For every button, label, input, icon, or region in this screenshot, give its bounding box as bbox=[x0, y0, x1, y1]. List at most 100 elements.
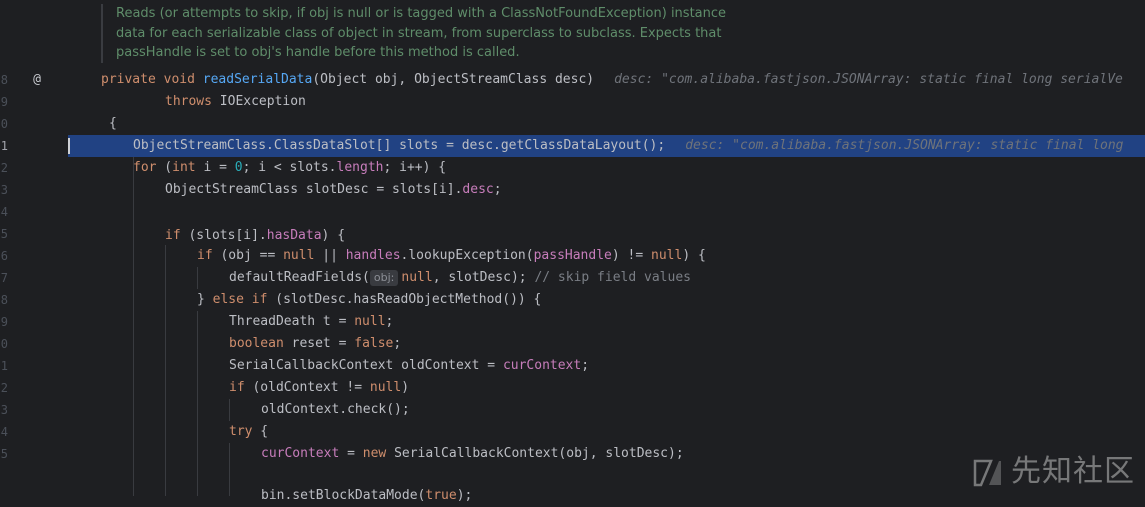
code-token: curContext bbox=[502, 358, 582, 373]
line-number: 8 bbox=[0, 293, 8, 307]
javadoc-comment: Reads (or attempts to skip, if obj is nu… bbox=[101, 4, 756, 63]
code-token: else if bbox=[212, 292, 268, 307]
code-token: (slots[i]. bbox=[180, 228, 267, 243]
line-number: 7 bbox=[0, 271, 8, 285]
code-token: desc bbox=[462, 182, 494, 197]
gutter-line: 0 bbox=[0, 333, 68, 355]
gutter-line: 7 bbox=[0, 267, 68, 289]
code-token: length bbox=[336, 160, 384, 175]
line-number: 0 bbox=[0, 337, 8, 351]
line-number: 5 bbox=[0, 447, 8, 461]
gutter-line: 4 bbox=[0, 421, 68, 443]
line-number: 0 bbox=[0, 117, 8, 131]
code-token: ; bbox=[581, 358, 590, 373]
gutter-line: 5 bbox=[0, 223, 68, 245]
code-line[interactable]: for (int i = 0; i < slots.length; i++) { bbox=[68, 157, 1145, 179]
gutter-line: 6 bbox=[0, 245, 68, 267]
code-token: ) != bbox=[611, 248, 652, 263]
code-line[interactable]: boolean reset = false; bbox=[68, 333, 1145, 355]
gutter-line: 4 bbox=[0, 201, 68, 223]
code-token: } bbox=[197, 292, 213, 307]
code-line[interactable]: if (slots[i].hasData) { bbox=[68, 225, 1145, 247]
code-line[interactable]: try { bbox=[68, 421, 1145, 443]
code-token: SerialCallbackContext oldContext = bbox=[229, 358, 503, 373]
code-line[interactable]: ThreadDeath t = null; bbox=[68, 311, 1145, 333]
code-token: ObjectStreamClass slotDesc = slots[i]. bbox=[165, 182, 463, 197]
code-token: passHandle bbox=[533, 248, 612, 263]
gutter-line: 2 bbox=[0, 377, 68, 399]
code-token: , slotDesc); bbox=[432, 270, 535, 285]
gutter-line: 8 @ bbox=[0, 69, 68, 91]
code-token: = bbox=[339, 446, 363, 461]
code-token: boolean bbox=[229, 336, 284, 351]
code-line[interactable]: if (oldContext != null) bbox=[68, 377, 1145, 399]
code-token: void bbox=[163, 72, 195, 87]
code-token: { bbox=[109, 116, 117, 131]
gutter-line: 3 bbox=[0, 179, 68, 201]
code-token: try bbox=[229, 424, 253, 439]
code-line[interactable]: } else if (slotDesc.hasReadObjectMethod(… bbox=[68, 289, 1145, 311]
code-token: null bbox=[401, 270, 433, 285]
doc-comment-line: passHandle is set to obj's handle before… bbox=[116, 45, 520, 60]
text-caret bbox=[68, 138, 70, 154]
code-token: int bbox=[172, 160, 196, 175]
code-token: oldContext.check(); bbox=[261, 402, 410, 417]
code-line[interactable]: ObjectStreamClass slotDesc = slots[i].de… bbox=[68, 179, 1145, 201]
gutter-line: 9 bbox=[0, 91, 68, 113]
code-token: SerialCallbackContext(obj, slotDesc); bbox=[386, 446, 684, 461]
current-line-number: 1 bbox=[0, 139, 8, 153]
line-number: 2 bbox=[0, 161, 8, 175]
line-number: 2 bbox=[0, 381, 8, 395]
code-token: new bbox=[362, 446, 387, 461]
code-line[interactable]: SerialCallbackContext oldContext = curCo… bbox=[68, 355, 1145, 377]
code-token: ( bbox=[156, 160, 173, 175]
code-token: null bbox=[283, 248, 315, 263]
code-line[interactable]: { bbox=[68, 113, 1145, 135]
code-token: IOException bbox=[211, 94, 306, 109]
code-token: ) { bbox=[682, 248, 706, 263]
code-line[interactable]: defaultReadFields(obj: null, slotDesc); /… bbox=[68, 267, 1145, 289]
code-token: (oldContext != bbox=[244, 380, 370, 395]
code-token: ) { bbox=[321, 228, 346, 243]
code-token: if bbox=[197, 248, 213, 263]
code-token: for bbox=[133, 160, 157, 175]
code-token: private bbox=[101, 72, 156, 87]
line-number: 9 bbox=[0, 95, 8, 109]
doc-comment-line: Reads (or attempts to skip, if obj is nu… bbox=[116, 6, 727, 21]
parameter-name-hint: obj: bbox=[369, 270, 399, 286]
current-execution-line[interactable]: ObjectStreamClass.ClassDataSlot[] slots … bbox=[68, 135, 1145, 157]
doc-comment-line: data for each serializable class of obje… bbox=[116, 25, 722, 41]
code-token: if bbox=[165, 228, 181, 243]
code-line[interactable]: throws IOException bbox=[68, 91, 1145, 113]
code-line[interactable]: oldContext.check(); bbox=[68, 399, 1145, 421]
gutter-line: 9 bbox=[0, 311, 68, 333]
editor-gutter: 8 @ 9 0 1 2 3 4 5 6 7 8 9 0 1 2 3 4 5 bbox=[0, 0, 68, 496]
line-number: 1 bbox=[0, 359, 8, 373]
code-line[interactable]: private void readSerialData(Object obj, … bbox=[68, 69, 1145, 91]
code-token: 0 bbox=[234, 160, 243, 175]
code-token: curContext bbox=[261, 446, 340, 461]
gutter-line: 1 bbox=[0, 355, 68, 377]
xianzhi-logo-icon bbox=[973, 459, 1001, 487]
code-line[interactable]: if (obj == null || handles.lookupExcepti… bbox=[68, 245, 1145, 267]
gutter-line: 5 bbox=[0, 443, 68, 465]
gutter-line: 1 bbox=[0, 135, 68, 157]
debug-inline-value: desc: "com.alibaba.fastjson.JSONArray: s… bbox=[685, 138, 1124, 153]
line-number: 5 bbox=[0, 227, 8, 241]
code-token: null bbox=[354, 314, 386, 329]
code-token: ; i < slots. bbox=[242, 160, 337, 175]
line-number: 6 bbox=[0, 249, 8, 263]
code-token: reset = bbox=[283, 336, 355, 351]
gutter-line: 0 bbox=[0, 113, 68, 135]
at-sign-icon[interactable]: @ bbox=[29, 71, 45, 89]
code-token: null bbox=[369, 380, 402, 395]
code-token: defaultReadFields( bbox=[229, 270, 370, 285]
code-token: ; bbox=[493, 182, 502, 197]
code-comment: // skip field values bbox=[534, 270, 691, 285]
code-token: || bbox=[314, 248, 346, 263]
code-token: hasData bbox=[266, 228, 322, 243]
line-number: 3 bbox=[0, 403, 8, 417]
code-token: { bbox=[252, 424, 269, 439]
code-token: handles bbox=[345, 248, 401, 263]
